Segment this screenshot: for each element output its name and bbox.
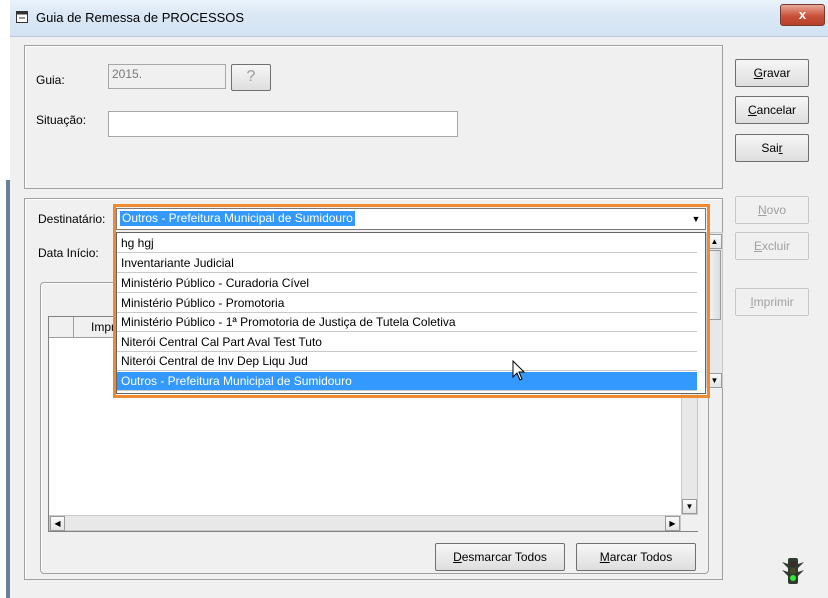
scroll-down-icon[interactable]: ▼ <box>682 499 697 514</box>
marcar-todos-button[interactable]: Marcar Todos <box>576 543 696 571</box>
dropdown-item[interactable]: Ministério Público - Curadoria Cível <box>117 274 697 293</box>
dropdown-item[interactable]: Inventariante Judicial <box>117 254 697 273</box>
scroll-left-icon[interactable]: ◀ <box>50 516 65 531</box>
grid-horizontal-scrollbar[interactable] <box>49 515 681 531</box>
gravar-post: ravar <box>763 66 791 80</box>
dropdown-scroll-thumb[interactable] <box>708 250 721 320</box>
dropdown-item[interactable]: Niterói Central de Inv Dep Liqu Jud <box>117 352 697 371</box>
gravar-button[interactable]: Gravar <box>735 59 809 87</box>
destinatario-label: Destinatário: <box>38 212 106 226</box>
destinatario-combobox[interactable]: Outros - Prefeitura Municipal de Sumidou… <box>116 208 706 230</box>
cancelar-post: ancelar <box>756 103 797 117</box>
grid-col-imprimir[interactable]: Impri <box>91 320 118 334</box>
guia-label: Guia: <box>36 73 65 87</box>
imprimir-button[interactable]: Imprimir <box>735 288 809 316</box>
guia-field[interactable]: 2015. <box>108 64 226 89</box>
lookup-button-label: ? <box>246 68 256 85</box>
novo-button[interactable]: Novo <box>735 196 809 224</box>
dropdown-item[interactable]: Ministério Público - 1ª Promotoria de Ju… <box>117 313 697 332</box>
sair-accel: r <box>778 141 783 155</box>
situacao-field[interactable] <box>108 111 458 137</box>
scroll-down-icon[interactable]: ▼ <box>707 373 722 388</box>
novo-post: ovo <box>766 203 787 217</box>
grid-row-selector-header <box>49 317 74 337</box>
cancelar-button[interactable]: Cancelar <box>735 96 809 124</box>
close-button[interactable]: x <box>780 4 825 26</box>
grid-corner <box>681 515 698 531</box>
situacao-label: Situação: <box>36 113 87 127</box>
dropdown-item[interactable]: Niterói Central Cal Part Aval Test Tuto <box>117 333 697 352</box>
marcar-post: arcar Todos <box>609 550 673 564</box>
title-bar: Guia de Remessa de PROCESSOS x <box>0 0 828 37</box>
desmarcar-accel: D <box>453 550 462 564</box>
novo-accel: N <box>757 203 767 217</box>
excluir-button[interactable]: Excluir <box>735 232 809 260</box>
chevron-down-icon[interactable]: ▼ <box>689 212 703 227</box>
data-inicio-label: Data Início: <box>38 246 99 260</box>
dropdown-item[interactable]: Ministério Público - Promotoria <box>117 294 697 313</box>
destinatario-value: Outros - Prefeitura Municipal de Sumidou… <box>120 211 355 226</box>
scroll-right-icon[interactable]: ▶ <box>665 516 680 531</box>
lookup-button[interactable]: ? <box>231 64 271 91</box>
traffic-light-icon <box>782 558 804 584</box>
sair-pre: Sai <box>761 141 779 155</box>
dropdown-item[interactable]: hg hgj <box>117 234 697 253</box>
destinatario-dropdown-list[interactable]: hg hgj Inventariante Judicial Ministério… <box>116 232 706 394</box>
desmarcar-todos-button[interactable]: Desmarcar Todos <box>435 543 565 571</box>
excluir-post: xcluir <box>762 239 791 253</box>
form-icon <box>16 11 28 23</box>
marcar-accel: M <box>599 550 610 564</box>
excluir-accel: E <box>753 239 762 253</box>
window-left-edge <box>0 0 10 598</box>
sair-button[interactable]: Sair <box>735 134 809 162</box>
window-title: Guia de Remessa de PROCESSOS <box>36 10 245 25</box>
imprimir-post: mprimir <box>753 295 794 309</box>
scroll-up-icon[interactable]: ▲ <box>707 234 722 249</box>
cancelar-accel: C <box>747 103 757 117</box>
application-window: Guia de Remessa de PROCESSOS x Guia: 201… <box>0 0 828 598</box>
dropdown-item-selected[interactable]: Outros - Prefeitura Municipal de Sumidou… <box>117 372 697 391</box>
gravar-accel: G <box>753 66 763 80</box>
mouse-pointer-icon <box>512 360 526 381</box>
desmarcar-post: esmarcar Todos <box>461 550 547 564</box>
